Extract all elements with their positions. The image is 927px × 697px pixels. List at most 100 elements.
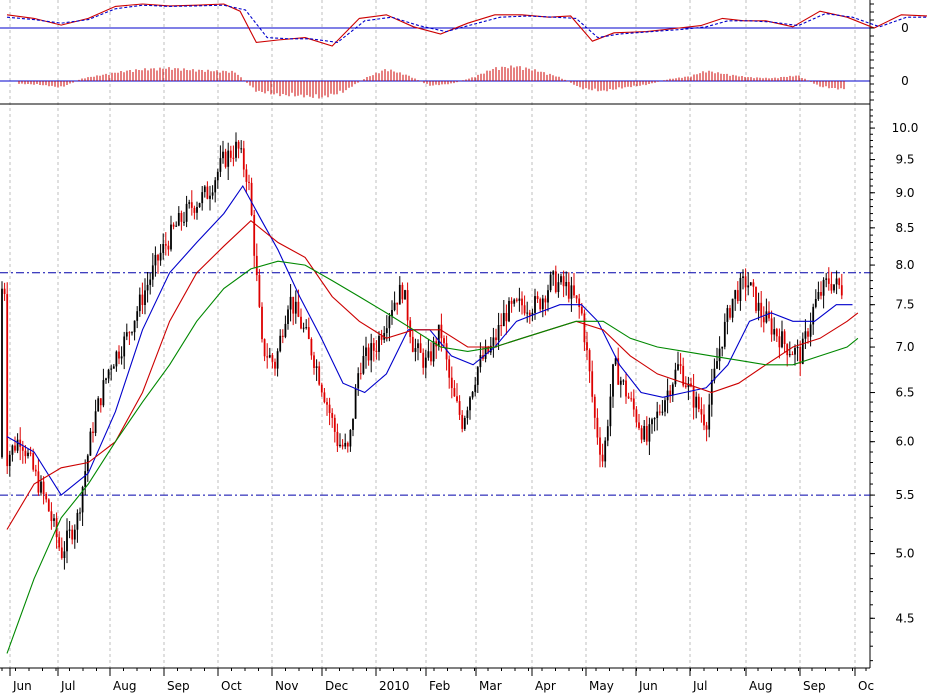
candle-body (661, 411, 664, 413)
x-tick-label: Dec (325, 679, 348, 693)
candle-body (570, 285, 573, 299)
candle-body (443, 338, 445, 344)
candle-body (237, 141, 240, 149)
candle-body (232, 157, 235, 159)
candle-body (781, 331, 783, 348)
candle-body (580, 307, 583, 314)
candle-body (388, 316, 391, 329)
stock-chart: 0 0 10.0 9.5 9.0 8.5 8.0 7.5 7.0 6.5 6.0 5.5 5.0 4.5 J… (0, 0, 927, 693)
candle-body (648, 424, 651, 442)
candle-body (432, 341, 435, 362)
candle-body (362, 356, 365, 374)
candle-body (141, 294, 144, 305)
candle-body (154, 254, 157, 266)
candle-body (50, 511, 53, 521)
candle-body (112, 366, 115, 369)
candle-body (807, 331, 809, 337)
candle-body (346, 442, 349, 447)
candle-body (515, 299, 518, 301)
candle-body (167, 245, 170, 250)
candle-body (60, 547, 63, 558)
candle-body (110, 368, 113, 370)
candle-body (274, 361, 276, 369)
candle-body (107, 369, 110, 379)
candle-body (391, 310, 393, 317)
candle-body (263, 339, 266, 357)
candle-body (284, 323, 287, 337)
candle-body (554, 271, 557, 292)
candle-body (227, 150, 230, 167)
candle-body (461, 414, 464, 429)
candle-body (136, 311, 139, 321)
candle-body (773, 329, 776, 335)
candle-body (289, 296, 292, 310)
candle-body (268, 355, 271, 358)
x-tick-label: Nov (275, 679, 298, 693)
candle-body (796, 347, 799, 349)
candle-body (427, 351, 430, 358)
candle-body (739, 277, 742, 301)
candle-body (357, 373, 360, 389)
candle-body (534, 296, 536, 313)
candle-body (557, 282, 560, 292)
candle-body (630, 398, 633, 400)
candle-body (752, 282, 755, 287)
y-tick-label: 9.0 (895, 186, 914, 200)
candle-body (201, 192, 204, 204)
candle-body (190, 202, 193, 208)
candle-body (492, 337, 495, 346)
candle-body (79, 512, 81, 514)
candle-body (588, 350, 591, 372)
candle-body (757, 302, 760, 311)
candle-body (76, 512, 79, 530)
candle-body (775, 329, 778, 337)
candle-body (840, 285, 843, 296)
candle-body (131, 332, 133, 334)
candle-body (354, 388, 357, 419)
candle-body (440, 324, 443, 339)
y-tick-label: 5.5 (895, 488, 914, 502)
candle-body (331, 413, 334, 418)
candle-body (185, 203, 188, 222)
candle-body (229, 150, 232, 158)
candle-body (573, 285, 575, 296)
candle-body (708, 404, 711, 430)
x-tick-label: Apr (535, 679, 556, 693)
candle-body (164, 243, 167, 246)
candle-body (794, 348, 796, 355)
candle-body (645, 426, 648, 442)
candle-body (45, 494, 48, 500)
candle-body (365, 347, 367, 356)
candle-body (206, 186, 209, 199)
candle-body (651, 419, 653, 425)
candle-body (768, 311, 770, 319)
candle-body (526, 312, 529, 314)
candle-body (209, 195, 211, 199)
candle-body (21, 446, 24, 451)
histogram-bars (18, 65, 845, 99)
candle-body (653, 418, 656, 420)
candle-body (125, 332, 128, 337)
candle-body (16, 439, 19, 451)
x-tick-label: 2010 (379, 679, 410, 693)
candle-body (14, 445, 16, 451)
candle-body (656, 411, 659, 418)
candle-body (770, 318, 773, 335)
candle-body (170, 224, 172, 250)
candle-body (692, 386, 695, 408)
y-tick-label: 4.5 (895, 611, 914, 625)
candle-body (417, 343, 419, 349)
candle-body (177, 213, 180, 226)
candle-body (323, 392, 326, 403)
x-tick-label: Oc (858, 679, 874, 693)
candle-body (788, 354, 791, 356)
candle-body (677, 364, 679, 370)
y-tick-label: 7.0 (895, 340, 914, 354)
candle-body (593, 396, 596, 418)
candle-body (575, 295, 578, 299)
candle-body (718, 348, 721, 362)
candle-body (664, 400, 666, 412)
candle-body (401, 284, 404, 300)
candle-body (791, 354, 794, 356)
candle-body (105, 378, 107, 381)
